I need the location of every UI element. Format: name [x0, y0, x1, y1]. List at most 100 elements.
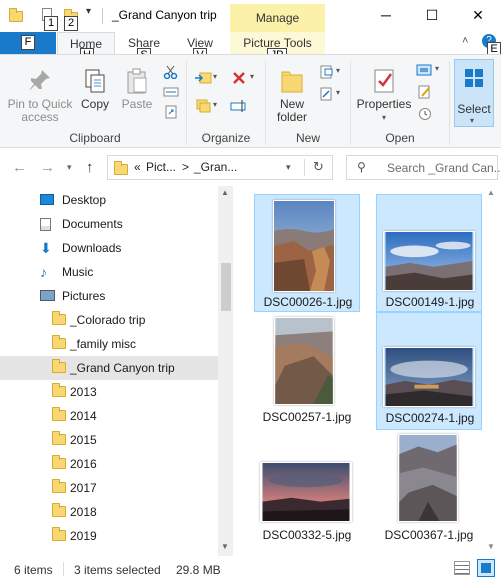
nav-tree-item[interactable]: _Grand Canyon trip: [0, 356, 218, 380]
new-folder-icon: [281, 71, 303, 93]
rename-icon[interactable]: [230, 99, 248, 113]
ribbon-collapse-icon[interactable]: ˄: [462, 35, 468, 47]
nav-tree-item[interactable]: Desktop: [0, 188, 218, 212]
scroll-down-icon[interactable]: ▼: [221, 542, 229, 551]
easy-access-icon[interactable]: [318, 87, 336, 101]
copy-to-icon[interactable]: [194, 99, 212, 113]
tab-file[interactable]: F: [0, 32, 56, 54]
nav-tree-item[interactable]: Pictures: [0, 284, 218, 308]
move-to-dropdown-icon[interactable]: ▾: [213, 72, 217, 81]
file-item[interactable]: DSC00274-1.jpg: [376, 312, 482, 430]
close-button[interactable]: ✕: [455, 0, 501, 32]
new-item-icon[interactable]: [318, 65, 336, 79]
nav-tree-item[interactable]: 2018: [0, 500, 218, 524]
nav-tree-label: Pictures: [62, 289, 106, 303]
copy-to-dropdown-icon[interactable]: ▾: [213, 100, 217, 109]
back-arrow-icon[interactable]: ←: [12, 159, 27, 176]
folder-icon: [52, 503, 66, 520]
properties-label: Properties: [356, 97, 412, 111]
select-button[interactable]: Select ▾: [454, 59, 494, 127]
paste-shortcut-icon[interactable]: [162, 105, 180, 119]
refresh-icon[interactable]: ↻: [313, 159, 324, 175]
folder-icon: [52, 383, 66, 400]
history-icon[interactable]: [416, 107, 434, 121]
file-view: DSC00026-1.jpg DSC00149-1.jpg DSC00257-1…: [240, 186, 501, 556]
easy-access-dropdown-icon[interactable]: ▾: [336, 88, 340, 97]
delete-icon[interactable]: [230, 71, 248, 85]
status-bar: 6 items 3 items selected 29.8 MB: [0, 556, 501, 583]
nav-tree-item[interactable]: 2019: [0, 524, 218, 548]
nav-tree-item[interactable]: _family misc: [0, 332, 218, 356]
copy-path-icon[interactable]: [162, 85, 180, 99]
new-folder-button[interactable]: New folder: [270, 67, 314, 124]
open-icon[interactable]: [416, 63, 434, 77]
forward-arrow-icon[interactable]: →: [40, 159, 55, 176]
nav-tree-item[interactable]: ♪ Music: [0, 260, 218, 284]
nav-tree-item[interactable]: 2017: [0, 476, 218, 500]
paste-button[interactable]: Paste: [118, 67, 156, 111]
edit-icon[interactable]: [416, 85, 434, 99]
search-placeholder: Search _Grand Can...: [387, 161, 501, 175]
select-grid-icon: [465, 69, 483, 87]
downloads-icon: ⬇: [40, 240, 52, 256]
nav-tree-label: _Colorado trip: [70, 313, 146, 327]
file-item[interactable]: DSC00149-1.jpg: [376, 194, 482, 312]
copy-button[interactable]: Copy: [78, 67, 112, 111]
ribbon-home: Pin to Quick access Copy Paste Clipboard: [0, 54, 501, 148]
properties-button[interactable]: Properties ▾: [355, 67, 413, 124]
nav-scroll-thumb[interactable]: [221, 263, 231, 311]
nav-tree-item[interactable]: 2015: [0, 428, 218, 452]
address-dropdown-icon[interactable]: ▾: [286, 162, 291, 173]
cut-icon[interactable]: [162, 65, 180, 79]
nav-tree-item[interactable]: 2013: [0, 380, 218, 404]
music-icon: ♪: [40, 264, 47, 280]
minimize-button[interactable]: ─: [363, 0, 409, 32]
pin-to-quick-access-button[interactable]: Pin to Quick access: [4, 67, 76, 124]
file-item[interactable]: DSC00332-5.jpg: [254, 430, 360, 548]
nav-tree-label: Downloads: [62, 241, 122, 255]
breadcrumb-pictures[interactable]: Pict...: [146, 160, 176, 174]
nav-tree-item[interactable]: ⬇ Downloads: [0, 236, 218, 260]
large-icons-view-icon[interactable]: [477, 559, 495, 577]
select-label: Select: [457, 102, 491, 116]
content-scroll-up-icon[interactable]: ▲: [487, 188, 495, 197]
selection-count: 3 items selected: [74, 563, 161, 577]
maximize-button[interactable]: ☐: [409, 0, 455, 32]
breadcrumb-grand-canyon[interactable]: _Gran...: [194, 160, 237, 174]
recent-locations-icon[interactable]: ▾: [67, 162, 72, 173]
nav-scrollbar[interactable]: ▲ ▼: [218, 186, 233, 556]
nav-tree-item[interactable]: 2014: [0, 404, 218, 428]
open-dropdown-icon[interactable]: ▾: [435, 64, 439, 73]
properties-dropdown-icon[interactable]: ▾: [355, 111, 413, 124]
content-scrollbar[interactable]: ▲ ▼: [484, 186, 499, 556]
desktop-icon: [40, 194, 54, 208]
breadcrumb-overflow[interactable]: «: [134, 160, 141, 174]
file-name: DSC00274-1.jpg: [385, 411, 475, 425]
file-item[interactable]: DSC00367-1.jpg: [376, 430, 482, 548]
item-count: 6 items: [14, 563, 53, 577]
properties-icon: [374, 69, 394, 93]
folder-icon: [52, 359, 66, 376]
breadcrumb-separator[interactable]: >: [182, 160, 189, 174]
nav-tree-item[interactable]: 2016: [0, 452, 218, 476]
file-item[interactable]: DSC00257-1.jpg: [254, 312, 360, 430]
new-item-dropdown-icon[interactable]: ▾: [336, 66, 340, 75]
photo-thumbnail: [260, 462, 352, 522]
nav-tree-item[interactable]: _Colorado trip: [0, 308, 218, 332]
nav-tree-item[interactable]: Documents: [0, 212, 218, 236]
move-to-icon[interactable]: [194, 71, 212, 85]
details-view-icon[interactable]: [454, 561, 470, 575]
large-icons-inner-icon: [481, 563, 491, 573]
content-scroll-down-icon[interactable]: ▼: [487, 542, 495, 551]
scroll-up-icon[interactable]: ▲: [221, 188, 229, 197]
file-item[interactable]: DSC00026-1.jpg: [254, 194, 360, 312]
selection-size: 29.8 MB: [176, 563, 221, 577]
up-arrow-icon[interactable]: ↑: [86, 159, 94, 176]
nav-tree-label: Music: [62, 265, 94, 279]
address-row: ← → ▾ ↑ « Pict... > _Gran... ▾ ↻ ⚲ Searc…: [0, 150, 501, 186]
qa-customize-chevron-icon[interactable]: ▾: [86, 6, 91, 17]
search-box[interactable]: ⚲ Search _Grand Can...: [346, 155, 501, 180]
delete-dropdown-icon[interactable]: ▾: [250, 72, 254, 81]
address-bar[interactable]: « Pict... > _Gran... ▾ ↻: [107, 155, 333, 180]
tab-manage[interactable]: Manage: [230, 4, 325, 32]
